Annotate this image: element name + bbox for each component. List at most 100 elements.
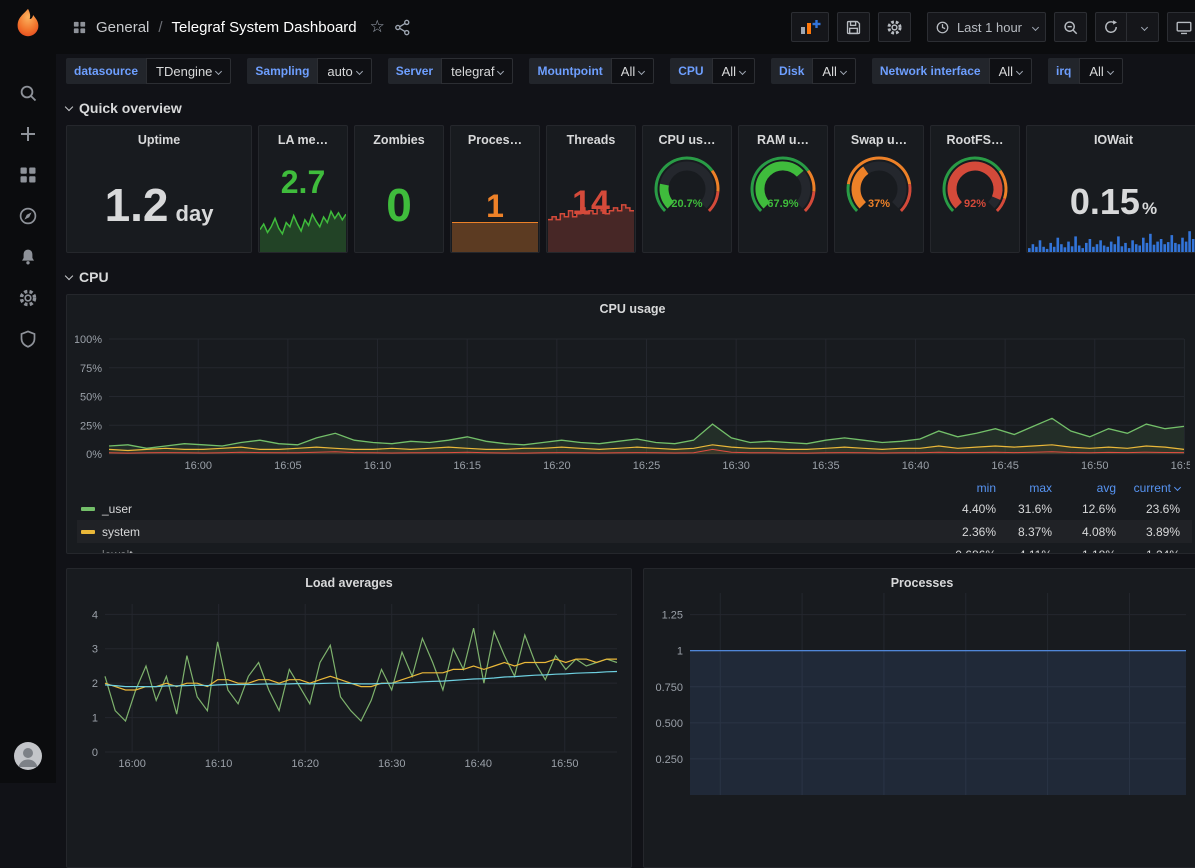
clock-icon: [935, 20, 950, 35]
breadcrumb-separator: /: [158, 19, 162, 36]
chevron-down-icon: [1032, 23, 1039, 30]
top-nav: General / Telegraf System Dashboard ☆: [56, 0, 1195, 54]
row-title: CPU: [79, 269, 109, 285]
variable-label: datasource: [66, 58, 146, 84]
load-averages-chart[interactable]: 16:0016:1016:2016:3016:4016:5001234: [75, 599, 623, 770]
alerting-bell-icon[interactable]: [17, 246, 39, 268]
legend-col-avg[interactable]: avg: [1052, 481, 1116, 495]
chevron-down-icon: [65, 272, 73, 280]
stat-panel-threads: Threads 14: [546, 125, 636, 253]
create-plus-icon[interactable]: [17, 123, 39, 145]
legend-col-min[interactable]: min: [940, 481, 996, 495]
variable-label: irq: [1048, 58, 1079, 84]
user-avatar[interactable]: [13, 741, 43, 771]
legend-col-current[interactable]: current: [1116, 481, 1192, 495]
refresh-button[interactable]: [1095, 12, 1127, 42]
legend-series-swatch: [81, 530, 95, 534]
variable-value-dropdown[interactable]: All: [812, 58, 855, 84]
svg-text:2: 2: [92, 678, 98, 690]
stat-panel-uptime: Uptime 1.2day: [66, 125, 252, 253]
svg-text:16:50: 16:50: [551, 758, 579, 770]
template-variables-bar: datasource TDengine Sampling auto Server…: [56, 54, 1195, 90]
svg-text:67.9%: 67.9%: [767, 198, 798, 210]
svg-text:75%: 75%: [80, 363, 102, 375]
panel-title[interactable]: Zombies: [355, 126, 443, 147]
panel-load-averages: Load averages 16:0016:1016:2016:3016:401…: [66, 568, 632, 868]
svg-text:16:45: 16:45: [991, 460, 1019, 472]
variable-label: Disk: [771, 58, 812, 84]
cycle-view-mode-button[interactable]: [1167, 12, 1195, 42]
svg-text:16:30: 16:30: [378, 758, 406, 770]
share-icon[interactable]: [394, 19, 411, 36]
admin-shield-icon[interactable]: [17, 328, 39, 350]
panel-cpu-usage: CPU usage 16:0016:0516:1016:1516:2016:25…: [66, 294, 1195, 554]
variable-label: CPU: [670, 58, 711, 84]
dashboards-icon[interactable]: [17, 164, 39, 186]
variable-mountpoint: Mountpoint All: [529, 58, 654, 84]
configuration-gear-icon[interactable]: [17, 287, 39, 309]
dashboard-canvas: Quick overview Uptime 1.2day LA me… 2.7 …: [56, 90, 1195, 868]
variable-value-dropdown[interactable]: All: [1079, 58, 1122, 84]
variable-irq: irq All: [1048, 58, 1123, 84]
legend-row[interactable]: _user4.40%31.6%12.6%23.6%: [77, 497, 1192, 520]
svg-text:16:00: 16:00: [118, 758, 146, 770]
svg-text:1: 1: [92, 713, 98, 725]
panel-title[interactable]: IOWait: [1027, 126, 1195, 147]
variable-sampling: Sampling auto: [247, 58, 371, 84]
svg-text:16:20: 16:20: [291, 758, 319, 770]
panel-title[interactable]: RootFS…: [931, 126, 1019, 147]
variable-value-dropdown[interactable]: auto: [317, 58, 371, 84]
svg-text:16:10: 16:10: [205, 758, 233, 770]
row-header-quick-overview[interactable]: Quick overview: [66, 97, 1195, 119]
legend-row[interactable]: system2.36%8.37%4.08%3.89%: [77, 520, 1192, 543]
grafana-logo-icon[interactable]: [11, 6, 45, 40]
gauge: 92%: [931, 152, 1019, 224]
panel-title[interactable]: Uptime: [67, 126, 251, 147]
panel-title[interactable]: LA me…: [259, 126, 347, 147]
variable-cpu: CPU All: [670, 58, 755, 84]
legend-row[interactable]: iowait0.686%4.11%1.18%1.24%: [77, 543, 1192, 553]
refresh-interval-dropdown[interactable]: [1127, 12, 1159, 42]
panel-title[interactable]: Processes: [644, 569, 1195, 590]
dashboard-settings-button[interactable]: [878, 12, 911, 42]
variable-label: Sampling: [247, 58, 317, 84]
svg-text:1: 1: [677, 646, 683, 658]
chevron-down-icon: [1141, 23, 1148, 30]
sidebar: [0, 0, 56, 783]
panel-title[interactable]: Proces…: [451, 126, 539, 147]
zoom-out-button[interactable]: [1054, 12, 1087, 42]
variable-value-dropdown[interactable]: All: [712, 58, 755, 84]
time-range-picker[interactable]: Last 1 hour: [927, 12, 1046, 42]
processes-chart[interactable]: 0.2500.5000.75011.25: [652, 593, 1192, 818]
panel-title[interactable]: CPU usage: [67, 295, 1195, 316]
add-panel-button[interactable]: [791, 12, 829, 42]
quick-overview-row: Uptime 1.2day LA me… 2.7 Zombies 0 Proce…: [66, 125, 1195, 253]
stat-panel-processes-blocked: Proces… 1: [450, 125, 540, 253]
save-dashboard-button[interactable]: [837, 12, 870, 42]
breadcrumb-folder[interactable]: General: [96, 19, 149, 36]
panel-title[interactable]: RAM u…: [739, 126, 827, 147]
gauge: 67.9%: [739, 152, 827, 224]
variable-value-dropdown[interactable]: All: [989, 58, 1032, 84]
legend-col-max[interactable]: max: [996, 481, 1052, 495]
stat-value: 14: [547, 186, 635, 220]
stat-panel-ram-used-gauge: RAM u… 67.9%: [738, 125, 828, 253]
row-header-cpu[interactable]: CPU: [66, 266, 1195, 288]
svg-text:16:50: 16:50: [1081, 460, 1109, 472]
panel-title[interactable]: Threads: [547, 126, 635, 147]
explore-compass-icon[interactable]: [17, 205, 39, 227]
panel-title[interactable]: CPU us…: [643, 126, 731, 147]
stat-value: 1: [451, 190, 539, 222]
stat-value: 2.7: [259, 166, 347, 198]
panel-title[interactable]: Load averages: [67, 569, 631, 590]
variable-value-dropdown[interactable]: TDengine: [146, 58, 231, 84]
search-icon[interactable]: [17, 82, 39, 104]
cpu-usage-chart[interactable]: 16:0016:0516:1016:1516:2016:2516:3016:35…: [75, 333, 1190, 473]
favorite-star-icon[interactable]: ☆: [370, 17, 385, 37]
nav-actions: Last 1 hour: [791, 12, 1185, 42]
dashboard-title[interactable]: Telegraf System Dashboard: [172, 19, 357, 36]
variable-value-dropdown[interactable]: All: [611, 58, 654, 84]
panel-title[interactable]: Swap u…: [835, 126, 923, 147]
svg-text:16:55: 16:55: [1171, 460, 1190, 472]
variable-value-dropdown[interactable]: telegraf: [441, 58, 513, 84]
